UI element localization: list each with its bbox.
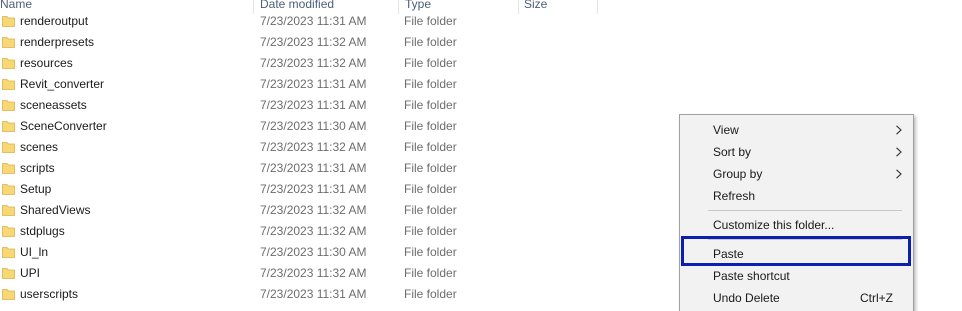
file-name: scripts <box>20 161 55 175</box>
menu-item-label: Paste shortcut <box>713 269 790 283</box>
file-type: File folder <box>404 182 457 196</box>
folder-icon <box>2 289 15 300</box>
menu-item-sort-by[interactable]: Sort by <box>680 141 913 163</box>
menu-item-view[interactable]: View <box>680 119 913 141</box>
paste-highlight-annotation <box>681 236 911 266</box>
menu-separator <box>708 210 902 211</box>
list-item[interactable]: sceneassets 7/23/2023 11:31 AM File fold… <box>0 95 962 116</box>
menu-item-label: Undo Delete <box>713 291 780 305</box>
folder-icon <box>2 184 15 195</box>
file-type: File folder <box>404 245 457 259</box>
file-name: Revit_converter <box>20 77 105 91</box>
file-name: sceneassets <box>20 98 87 112</box>
folder-icon <box>2 79 15 90</box>
menu-item-label: Customize this folder... <box>713 218 835 232</box>
file-name: UPI <box>20 266 41 280</box>
list-item[interactable]: renderoutput 7/23/2023 11:31 AM File fol… <box>0 11 962 32</box>
file-date-modified: 7/23/2023 11:32 AM <box>260 203 367 217</box>
file-name: resources <box>20 56 73 70</box>
chevron-right-icon <box>896 125 902 135</box>
file-type: File folder <box>404 14 457 28</box>
file-name: userscripts <box>20 287 79 301</box>
folder-icon <box>2 16 15 27</box>
file-date-modified: 7/23/2023 11:32 AM <box>260 56 367 70</box>
file-type: File folder <box>404 203 457 217</box>
list-item[interactable]: resources 7/23/2023 11:32 AM File folder <box>0 53 962 74</box>
file-date-modified: 7/23/2023 11:30 AM <box>260 245 367 259</box>
file-date-modified: 7/23/2023 11:32 AM <box>260 140 367 154</box>
file-name: UI_ln <box>20 245 49 259</box>
file-name: SceneConverter <box>20 119 107 133</box>
file-date-modified: 7/23/2023 11:31 AM <box>260 287 367 301</box>
file-date-modified: 7/23/2023 11:32 AM <box>260 224 367 238</box>
chevron-right-icon <box>896 147 902 157</box>
folder-icon <box>2 37 15 48</box>
file-name: stdplugs <box>20 224 65 238</box>
file-type: File folder <box>404 98 457 112</box>
file-date-modified: 7/23/2023 11:32 AM <box>260 266 367 280</box>
file-type: File folder <box>404 224 457 238</box>
file-type: File folder <box>404 287 457 301</box>
file-date-modified: 7/23/2023 11:32 AM <box>260 35 367 49</box>
context-menu: View Sort by Group by Refresh Customize … <box>679 114 914 311</box>
file-date-modified: 7/23/2023 11:31 AM <box>260 161 367 175</box>
folder-icon <box>2 226 15 237</box>
menu-item-group-by[interactable]: Group by <box>680 163 913 185</box>
keyboard-shortcut: Ctrl+Z <box>860 291 893 305</box>
menu-item-label: View <box>713 123 739 137</box>
file-date-modified: 7/23/2023 11:31 AM <box>260 182 367 196</box>
file-type: File folder <box>404 266 457 280</box>
file-name: SharedViews <box>20 203 91 217</box>
folder-icon <box>2 247 15 258</box>
menu-item-label: Group by <box>713 167 763 181</box>
chevron-right-icon <box>896 169 902 179</box>
file-name: Setup <box>20 182 52 196</box>
folder-icon <box>2 268 15 279</box>
folder-icon <box>2 205 15 216</box>
folder-icon <box>2 121 15 132</box>
folder-icon <box>2 58 15 69</box>
menu-item-label: Refresh <box>713 189 756 203</box>
file-date-modified: 7/23/2023 11:31 AM <box>260 14 367 28</box>
file-type: File folder <box>404 119 457 133</box>
menu-item-undo-delete[interactable]: Undo Delete Ctrl+Z <box>680 287 913 309</box>
list-item[interactable]: Revit_converter 7/23/2023 11:31 AM File … <box>0 74 962 95</box>
file-date-modified: 7/23/2023 11:31 AM <box>260 98 367 112</box>
folder-icon <box>2 163 15 174</box>
file-date-modified: 7/23/2023 11:30 AM <box>260 119 367 133</box>
file-name: scenes <box>20 140 59 154</box>
file-type: File folder <box>404 35 457 49</box>
file-type: File folder <box>404 56 457 70</box>
folder-icon <box>2 142 15 153</box>
file-type: File folder <box>404 161 457 175</box>
file-type: File folder <box>404 140 457 154</box>
file-name: renderpresets <box>20 35 95 49</box>
file-date-modified: 7/23/2023 11:31 AM <box>260 77 367 91</box>
menu-item-paste-shortcut[interactable]: Paste shortcut <box>680 265 913 287</box>
file-type: File folder <box>404 77 457 91</box>
file-name: renderoutput <box>20 14 89 28</box>
list-item[interactable]: renderpresets 7/23/2023 11:32 AM File fo… <box>0 32 962 53</box>
file-explorer-window: Name Date modified Type Size renderoutpu… <box>0 0 962 311</box>
menu-item-customize-folder[interactable]: Customize this folder... <box>680 214 913 236</box>
menu-item-label: Sort by <box>713 145 752 159</box>
menu-item-refresh[interactable]: Refresh <box>680 185 913 207</box>
folder-icon <box>2 100 15 111</box>
